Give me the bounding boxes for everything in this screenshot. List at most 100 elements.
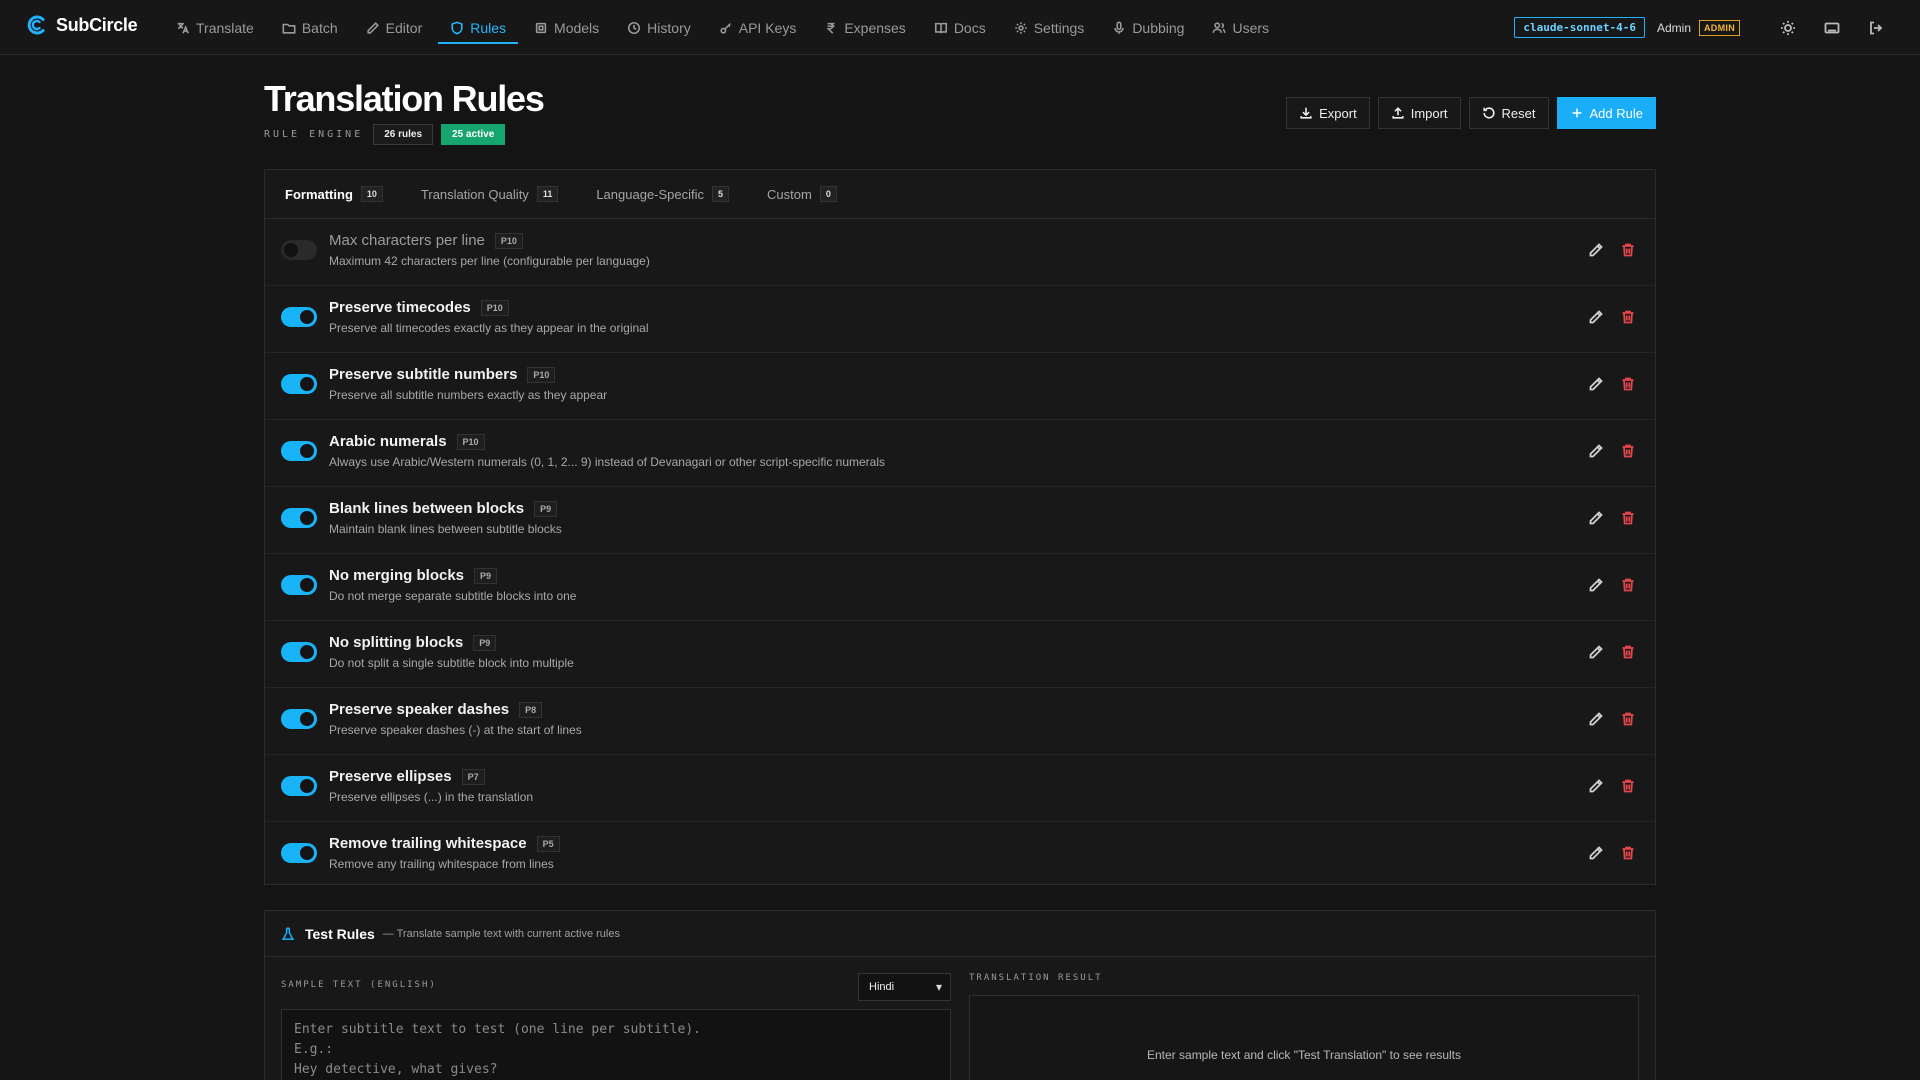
- rule-actions: [1573, 375, 1637, 393]
- brand[interactable]: SubCircle: [26, 14, 138, 36]
- model-selector[interactable]: claude-sonnet-4-6: [1514, 17, 1645, 38]
- rule-title: Remove trailing whitespace: [329, 835, 527, 852]
- rule-enabled-toggle[interactable]: [281, 374, 317, 394]
- rule-actions: [1573, 710, 1637, 728]
- edit-rule-button[interactable]: [1587, 643, 1605, 661]
- rule-row: Preserve speaker dashes P8 Preserve spea…: [265, 688, 1655, 755]
- nav-history[interactable]: History: [615, 0, 703, 55]
- delete-rule-button[interactable]: [1619, 442, 1637, 460]
- rule-priority-badge: P10: [527, 366, 556, 383]
- rule-title: Arabic numerals: [329, 433, 447, 450]
- test-rules-title: Test Rules: [305, 925, 375, 942]
- language-select[interactable]: Hindi: [858, 973, 951, 1001]
- delete-rule-button[interactable]: [1619, 509, 1637, 527]
- rule-description: Preserve ellipses (...) in the translati…: [329, 790, 534, 804]
- rule-enabled-toggle[interactable]: [281, 709, 317, 729]
- edit-rule-button[interactable]: [1587, 710, 1605, 728]
- tab-translation-quality[interactable]: Translation Quality 11: [421, 186, 559, 202]
- rule-title: Preserve timecodes: [329, 299, 471, 316]
- sample-text-input[interactable]: Enter subtitle text to test (one line pe…: [281, 1009, 951, 1080]
- test-rules-subtitle: — Translate sample text with current act…: [382, 927, 620, 940]
- rule-enabled-toggle[interactable]: [281, 441, 317, 461]
- rule-title-line: Blank lines between blocks P9: [329, 500, 562, 517]
- rule-description: Do not split a single subtitle block int…: [329, 656, 574, 670]
- rule-description: Do not merge separate subtitle blocks in…: [329, 589, 577, 603]
- rule-priority-badge: P7: [461, 768, 485, 785]
- edit-rule-button[interactable]: [1587, 777, 1605, 795]
- nav-docs[interactable]: Docs: [922, 0, 998, 55]
- nav-api-keys[interactable]: API Keys: [707, 0, 809, 55]
- rule-description: Preserve all timecodes exactly as they a…: [329, 321, 649, 335]
- keyboard-shortcuts-button[interactable]: [1818, 14, 1846, 42]
- rule-enabled-toggle[interactable]: [281, 843, 317, 863]
- rule-info: Preserve subtitle numbers P10 Preserve a…: [329, 366, 607, 402]
- edit-rule-button[interactable]: [1587, 844, 1605, 862]
- add-rule-button[interactable]: Add Rule: [1556, 97, 1656, 129]
- pencil-icon: [1589, 243, 1603, 257]
- edit-rule-button[interactable]: [1587, 375, 1605, 393]
- nav-translate[interactable]: Translate: [164, 0, 266, 55]
- tab-language-specific[interactable]: Language-Specific 5: [596, 186, 730, 202]
- logout-button[interactable]: [1862, 14, 1890, 42]
- reset-button[interactable]: Reset: [1468, 97, 1549, 129]
- nav-dubbing[interactable]: Dubbing: [1100, 0, 1196, 55]
- nav-models[interactable]: Models: [522, 0, 611, 55]
- download-icon: [1300, 107, 1312, 119]
- nav-rules[interactable]: Rules: [438, 0, 518, 55]
- delete-rule-button[interactable]: [1619, 844, 1637, 862]
- nav-users[interactable]: Users: [1200, 0, 1281, 55]
- edit-rule-button[interactable]: [1587, 509, 1605, 527]
- rule-info: Remove trailing whitespace P5 Remove any…: [329, 835, 560, 871]
- rule-title-line: No merging blocks P9: [329, 567, 576, 584]
- nav-right: claude-sonnet-4-6 Admin ADMIN: [1514, 0, 1890, 55]
- delete-rule-button[interactable]: [1619, 576, 1637, 594]
- tab-formatting[interactable]: Formatting 10: [285, 186, 383, 202]
- rule-title-line: Remove trailing whitespace P5: [329, 835, 560, 852]
- tab-count: 10: [360, 186, 383, 202]
- nav-settings[interactable]: Settings: [1002, 0, 1097, 55]
- rule-row: Blank lines between blocks P9 Maintain b…: [265, 487, 1655, 554]
- rule-enabled-toggle[interactable]: [281, 575, 317, 595]
- rule-title: Blank lines between blocks: [329, 500, 525, 517]
- edit-rule-button[interactable]: [1587, 576, 1605, 594]
- rule-enabled-toggle[interactable]: [281, 508, 317, 528]
- logout-icon: [1870, 21, 1883, 34]
- tab-count: 0: [819, 186, 837, 202]
- trash-icon: [1622, 511, 1634, 525]
- rule-enabled-toggle[interactable]: [281, 307, 317, 327]
- edit-rule-button[interactable]: [1587, 241, 1605, 259]
- import-button[interactable]: Import: [1377, 97, 1461, 129]
- plus-icon: [1572, 108, 1581, 118]
- pencil-icon: [367, 21, 379, 34]
- delete-rule-button[interactable]: [1619, 308, 1637, 326]
- nav-batch[interactable]: Batch: [270, 0, 350, 55]
- nav-editor[interactable]: Editor: [354, 0, 435, 55]
- delete-rule-button[interactable]: [1619, 241, 1637, 259]
- delete-rule-button[interactable]: [1619, 710, 1637, 728]
- rule-category-tabs: Formatting 10 Translation Quality 11 Lan…: [265, 170, 1655, 219]
- trash-icon: [1622, 712, 1634, 726]
- delete-rule-button[interactable]: [1619, 777, 1637, 795]
- rule-row: Remove trailing whitespace P5 Remove any…: [265, 822, 1655, 889]
- delete-rule-button[interactable]: [1619, 643, 1637, 661]
- nav-expenses[interactable]: Expenses: [812, 0, 917, 55]
- rules-count-badge: 26 rules: [373, 124, 434, 145]
- users-icon: [1212, 21, 1226, 33]
- rule-row: Max characters per line P10 Maximum 42 c…: [265, 219, 1655, 286]
- theme-toggle-button[interactable]: [1774, 14, 1802, 42]
- tab-custom[interactable]: Custom 0: [767, 186, 837, 202]
- mic-icon: [1114, 21, 1125, 34]
- folder-icon: [282, 23, 296, 34]
- rule-enabled-toggle[interactable]: [281, 776, 317, 796]
- edit-rule-button[interactable]: [1587, 442, 1605, 460]
- rule-title-line: Preserve speaker dashes P8: [329, 701, 582, 718]
- gear-icon: [1015, 21, 1027, 34]
- edit-rule-button[interactable]: [1587, 308, 1605, 326]
- rule-enabled-toggle[interactable]: [281, 642, 317, 662]
- rule-row: Arabic numerals P10 Always use Arabic/We…: [265, 420, 1655, 487]
- delete-rule-button[interactable]: [1619, 375, 1637, 393]
- rule-actions: [1573, 442, 1637, 460]
- test-rules-header: Test Rules — Translate sample text with …: [265, 911, 1655, 957]
- export-button[interactable]: Export: [1286, 97, 1370, 129]
- rule-enabled-toggle[interactable]: [281, 240, 317, 260]
